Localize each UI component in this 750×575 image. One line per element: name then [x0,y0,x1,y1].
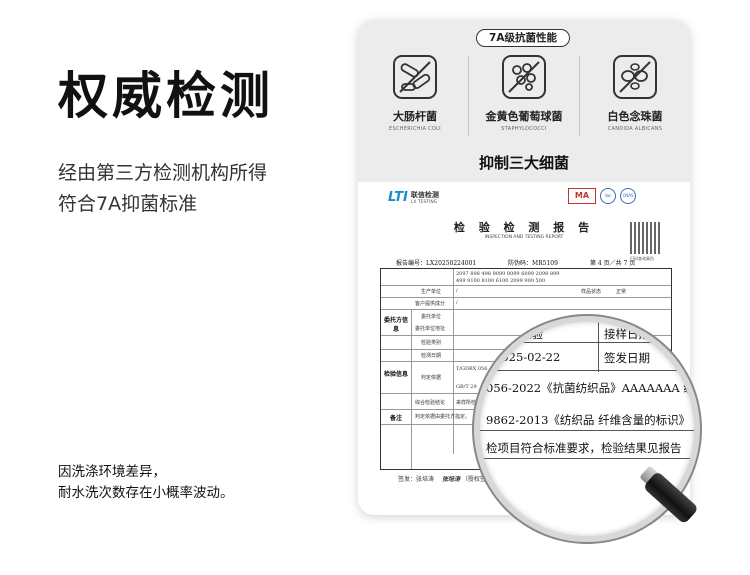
anti-fake-code: 防伪码：MR5109 [508,260,558,267]
remark-section-label: 备注 [389,415,402,422]
client-label: 委托单位 [421,314,442,320]
numbers-row-1: 2097 898 498 9099 8099 6099 2098 899 [456,271,560,277]
bacteria-candida-icon [612,54,658,100]
conclusion-label: 综合检验结论 [415,400,446,406]
magnified-standard-1: 056-2022《抗菌纺织品》AAAAAAA 级 [486,381,695,395]
remark-value: 判定依据由委托方指定。 [415,414,471,420]
test-type-label: 检验类别 [421,340,442,346]
antibacterial-badge: 7A级抗菌性能 [476,29,570,47]
producer-value: / [456,288,458,294]
client-address-label: 委托单位地址 [415,326,446,332]
cnas-seal: CNAS [620,188,636,204]
magnified-date: 2025-02-22 [494,350,561,364]
grid-line [480,370,694,371]
test-section-label: 检验信息 [383,371,408,378]
bacteria-ecoli: 大肠杆菌 ESCHERICHIA COLI [360,54,470,132]
standard-value-2: GB/T 29 [456,384,477,390]
report-number: 报告编号：LX20250224001 [396,260,477,267]
footnote: 因洗涤环境差异， 耐水洗次数存在小概率波动。 [58,462,234,504]
grid-line [381,297,671,298]
footnote-line-2: 耐水洗次数存在小概率波动。 [58,485,234,501]
qr-code-icon [630,222,662,254]
lab-logo-mark: LTI [388,190,408,205]
description-line-1: 经由第三方检测机构所得 [58,162,268,184]
grid-line [381,309,671,310]
bacteria-name-cn: 金黄色葡萄球菌 [485,110,563,123]
footnote-line-1: 因洗涤环境差异， [58,464,166,480]
magnified-standard-2: 9862-2013《纺织品 纤维含量的标识》 [486,413,691,427]
bacteria-name-en: STAPHYLOCOCCI [501,126,547,132]
grid-line [480,430,694,431]
bacteria-staphylococci: 金黄色葡萄球菌 STAPHYLOCOCCI [469,54,579,132]
sample-state-value: 正常 [616,289,627,295]
magnified-result: 检项目符合标准要求，检验结果见报告 [486,441,682,455]
bacteria-name-en: CANDIDA ALBICANS [607,126,663,132]
provider-value: / [456,300,458,306]
page-indicator: 第 4 页／共 7 页 [590,260,636,267]
numbers-row-2: 499 9100 8100 6100 2099 900 500 [456,278,546,284]
lab-name-cn: 联信检测 [410,191,439,199]
description-line-2: 符合7A抑菌标准 [58,193,198,215]
bacteria-rod-icon [392,54,438,100]
bacteria-name-en: ESCHERICHIA COLI [389,126,441,132]
description: 经由第三方检测机构所得 符合7A抑菌标准 [58,158,267,220]
test-date-label: 检测日期 [421,353,442,359]
signer: 签发：张培涛 [398,476,435,483]
ilac-seal: ilac [600,188,616,204]
lab-name-en: LX TESTING [410,200,438,205]
bacteria-name-cn: 白色念珠菌 [607,110,663,123]
client-section-label: 委托方信息 [383,317,408,333]
magnified-issue-date: 签发日期 [604,351,650,365]
handwritten-signature: 张培涛 [441,476,460,483]
sample-state-label: 样品状态 [581,289,602,295]
bacteria-candida: 白色念珠菌 CANDIDA ALBICANS [580,54,690,132]
page-title: 权威检测 [58,67,274,125]
magnified-receive-date: 接样日期 [604,327,650,341]
bacteria-name-cn: 大肠杆菌 [393,110,437,123]
accreditation-seals: MA ilac CNAS [568,188,636,204]
standard-value: T/GDBX 056 [456,366,488,372]
ma-seal: MA [568,188,596,204]
grid-line [411,309,412,469]
conclusion-value: 来样所检 [456,400,477,406]
provider-label: 客户提供成分 [415,301,446,307]
card-headline: 抑制三大细菌 [478,154,569,172]
grid-line [480,458,694,459]
magnified-inspect: 检验 [520,327,543,341]
bacteria-cluster-icon [501,54,547,100]
grid-line [381,285,671,286]
grid-line [480,342,694,343]
grid-line [598,322,599,372]
lab-logo: LTI 联信检测 LX TESTING [388,190,439,205]
standard-label: 判定依据 [421,375,442,381]
producer-label: 生产单位 [421,289,442,295]
